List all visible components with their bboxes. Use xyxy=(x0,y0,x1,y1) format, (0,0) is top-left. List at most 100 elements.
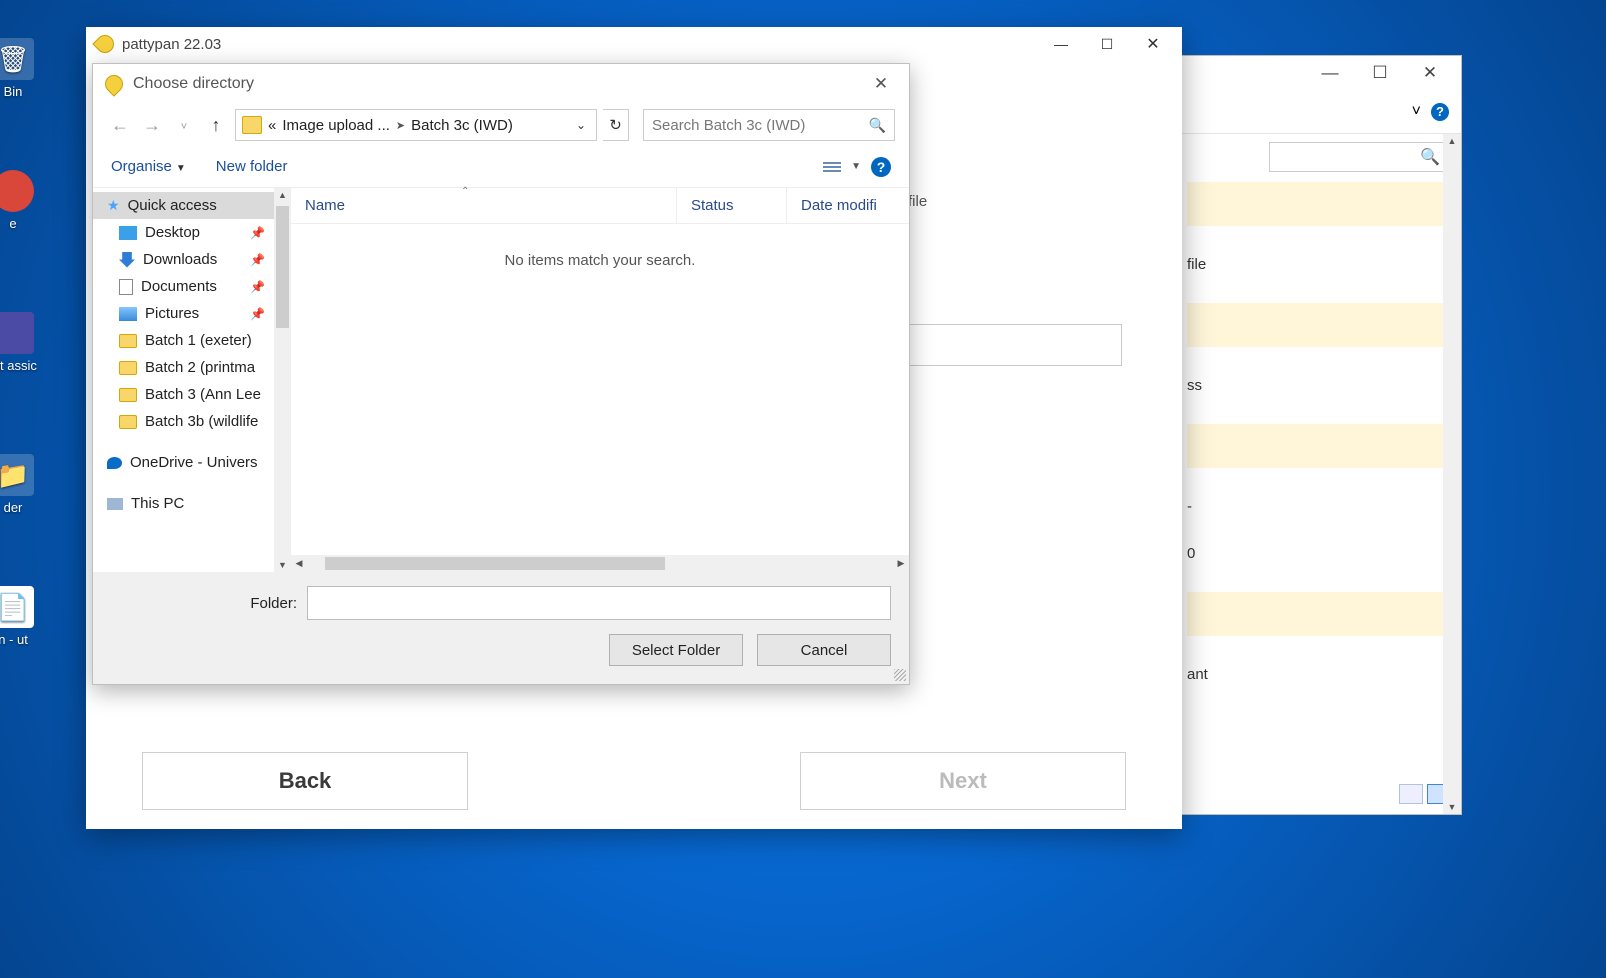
select-folder-button[interactable]: Select Folder xyxy=(609,634,743,666)
pin-icon: 📌 xyxy=(250,280,265,294)
file-list: Name⌃ Status Date modifi No items match … xyxy=(291,188,909,572)
resize-grip[interactable] xyxy=(894,669,906,681)
tree-item-downloads[interactable]: Downloads📌 xyxy=(93,246,291,273)
bg-text: - xyxy=(1187,498,1447,515)
minimize-button[interactable]: — xyxy=(1038,29,1084,59)
folder-icon xyxy=(119,388,137,402)
maximize-button[interactable]: ☐ xyxy=(1361,63,1399,83)
dialog-title: Choose directory xyxy=(133,75,861,93)
tree-item-onedrive[interactable]: OneDrive - Univers xyxy=(93,449,291,476)
desktop-icon-recycle-bin[interactable]: 🗑Bin xyxy=(0,38,48,99)
navigation-row: ← → ˅ ↑ « Image upload ... ➤ Batch 3c (I… xyxy=(93,104,909,146)
tree-item-desktop[interactable]: Desktop📌 xyxy=(93,219,291,246)
nav-forward-button[interactable]: → xyxy=(139,115,165,136)
tree-label: This PC xyxy=(131,495,184,512)
tree-label: Downloads xyxy=(143,251,217,268)
tree-item-folder[interactable]: Batch 3b (wildlife xyxy=(93,408,291,435)
app-icon xyxy=(101,71,126,96)
tree-item-folder[interactable]: Batch 3 (Ann Lee xyxy=(93,381,291,408)
breadcrumb-segment[interactable]: Image upload ... xyxy=(282,117,390,134)
bg-text: file xyxy=(1187,256,1447,273)
bg-text: 0 xyxy=(1187,545,1447,562)
search-input[interactable]: Search Batch 3c (IWD) 🔍 xyxy=(643,109,895,141)
pictures-icon xyxy=(119,307,137,321)
close-button[interactable]: ✕ xyxy=(861,74,901,94)
star-icon: ★ xyxy=(107,197,120,214)
tree-item-this-pc[interactable]: This PC xyxy=(93,490,291,517)
folder-icon xyxy=(119,415,137,429)
tree-item-quick-access[interactable]: ★ Quick access xyxy=(93,192,291,219)
background-title-bar: — ☐ ✕ xyxy=(1173,56,1461,90)
desktop-icon-folder[interactable]: 📁 der xyxy=(0,454,48,515)
desktop-icon-app[interactable]: e xyxy=(0,170,48,231)
column-headers: Name⌃ Status Date modifi xyxy=(291,188,909,224)
sort-indicator-icon: ⌃ xyxy=(461,186,469,197)
toolbar: Organise▼ New folder ▼ ? xyxy=(93,146,909,188)
close-button[interactable]: ✕ xyxy=(1130,29,1176,59)
desktop-icon-label: e xyxy=(9,216,16,231)
chevron-down-icon[interactable]: ˅ xyxy=(1412,103,1421,121)
desktop-icon-label: oft assic xyxy=(0,358,37,373)
cancel-button[interactable]: Cancel xyxy=(757,634,891,666)
nav-back-button[interactable]: ← xyxy=(107,115,133,136)
tree-label: Batch 1 (exeter) xyxy=(145,332,252,349)
search-input[interactable]: 🔍 xyxy=(1269,142,1449,172)
pc-icon xyxy=(107,498,123,510)
tree-item-folder[interactable]: Batch 2 (printma xyxy=(93,354,291,381)
downloads-icon xyxy=(119,252,135,268)
bg-text: ant xyxy=(1187,666,1447,683)
column-name[interactable]: Name⌃ xyxy=(291,188,677,223)
empty-message: No items match your search. xyxy=(291,224,909,297)
folder-icon xyxy=(119,334,137,348)
tree-label: Quick access xyxy=(128,197,217,214)
close-button[interactable]: ✕ xyxy=(1411,63,1449,83)
app-icon xyxy=(92,31,117,56)
shortcut-icon: 📄 xyxy=(0,586,34,628)
folder-input[interactable] xyxy=(307,586,891,620)
breadcrumb[interactable]: « Image upload ... ➤ Batch 3c (IWD) ⌄ xyxy=(235,109,597,141)
app-icon xyxy=(0,312,34,354)
tree-item-documents[interactable]: Documents 📌 xyxy=(93,273,291,300)
app-title: pattypan 22.03 xyxy=(122,36,221,53)
chevron-right-icon: ➤ xyxy=(396,119,405,132)
nav-recent-button[interactable]: ˅ xyxy=(171,121,197,133)
desktop-icon-shortcut[interactable]: 📄n - ut xyxy=(0,586,48,647)
view-mode-button[interactable] xyxy=(823,162,841,172)
column-status[interactable]: Status xyxy=(677,188,787,223)
help-icon[interactable]: ? xyxy=(1431,103,1449,121)
horizontal-scrollbar[interactable] xyxy=(291,555,909,572)
tree-item-pictures[interactable]: Pictures 📌 xyxy=(93,300,291,327)
help-icon[interactable]: ? xyxy=(871,157,891,177)
view-dropdown[interactable]: ▼ xyxy=(851,161,861,172)
breadcrumb-dropdown[interactable]: ⌄ xyxy=(572,118,590,132)
pin-icon: 📌 xyxy=(250,307,265,321)
choose-directory-dialog: Choose directory ✕ ← → ˅ ↑ « Image uploa… xyxy=(92,63,910,685)
tree-label: Batch 2 (printma xyxy=(145,359,255,376)
column-date-modified[interactable]: Date modifi xyxy=(787,188,909,223)
peek-label: file xyxy=(908,193,1122,210)
maximize-button[interactable]: ☐ xyxy=(1084,29,1130,59)
onedrive-icon xyxy=(107,457,122,469)
tree-label: Pictures xyxy=(145,305,199,322)
desktop-icon-label: der xyxy=(4,500,23,515)
folder-icon xyxy=(242,116,262,134)
scrollbar[interactable] xyxy=(1443,134,1461,814)
refresh-button[interactable]: ↻ xyxy=(603,109,629,141)
folder-icon xyxy=(119,361,137,375)
minimize-button[interactable]: — xyxy=(1311,63,1349,83)
tree-label: Desktop xyxy=(145,224,200,241)
back-button[interactable]: Back xyxy=(142,752,468,810)
folder-icon: 📁 xyxy=(0,454,34,496)
path-input[interactable] xyxy=(908,324,1122,366)
scrollbar[interactable] xyxy=(274,188,291,572)
tree-item-folder[interactable]: Batch 1 (exeter) xyxy=(93,327,291,354)
folder-label: Folder: xyxy=(111,595,297,612)
nav-up-button[interactable]: ↑ xyxy=(203,115,229,136)
breadcrumb-segment[interactable]: Batch 3c (IWD) xyxy=(411,117,513,134)
desktop-icon-app[interactable]: oft assic xyxy=(0,312,48,373)
tree-label: Documents xyxy=(141,278,217,295)
next-button[interactable]: Next xyxy=(800,752,1126,810)
organise-menu[interactable]: Organise▼ xyxy=(111,158,186,175)
tree-label: Batch 3b (wildlife xyxy=(145,413,258,430)
new-folder-button[interactable]: New folder xyxy=(216,158,288,175)
